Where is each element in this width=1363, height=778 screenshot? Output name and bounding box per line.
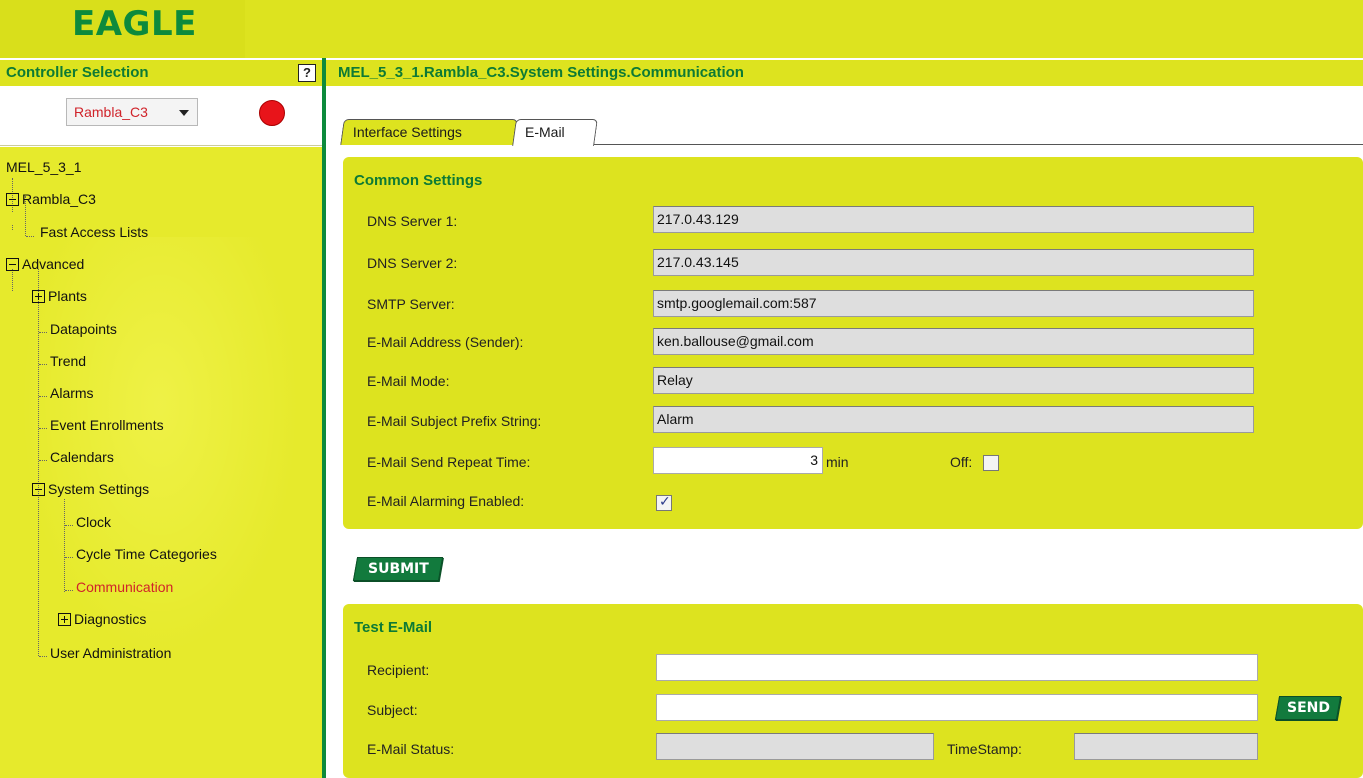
tree-connector [39, 396, 47, 397]
tab-email-label: E-Mail [525, 124, 565, 140]
alarming-enabled-label: E-Mail Alarming Enabled: [367, 493, 525, 509]
tree-item-advanced[interactable]: Advanced [22, 256, 84, 272]
tree-connector [65, 590, 73, 591]
tree-item-clock[interactable]: Clock [76, 514, 111, 530]
tree-item-plants[interactable]: Plants [48, 288, 87, 304]
email-status-label: E-Mail Status: [367, 741, 455, 757]
smtp-server-field[interactable]: smtp.googlemail.com:587 [653, 290, 1254, 317]
email-mode-field[interactable]: Relay [653, 367, 1254, 394]
tree-connector [12, 225, 13, 230]
controller-select-area: Rambla_C3 [0, 86, 322, 146]
off-checkbox[interactable] [983, 455, 999, 471]
tree-connector [39, 332, 47, 333]
tree-item-rambla[interactable]: Rambla_C3 [22, 191, 96, 207]
tree-connector [64, 499, 65, 592]
common-settings-title: Common Settings [354, 172, 483, 189]
breadcrumb-bar: MEL_5_3_1.Rambla_C3.System Settings.Comm… [326, 60, 1363, 86]
collapse-icon[interactable] [6, 193, 19, 206]
send-button-label: SEND [1286, 700, 1330, 716]
collapse-icon[interactable] [6, 258, 19, 271]
checkmark-icon: ✓ [659, 493, 671, 509]
subject-label: Subject: [367, 702, 418, 718]
submit-button-label: SUBMIT [367, 561, 429, 577]
tree-connector [65, 525, 73, 526]
recipient-input[interactable] [656, 654, 1258, 681]
tree-item-diagnostics[interactable]: Diagnostics [74, 611, 146, 627]
expand-icon[interactable] [32, 290, 45, 303]
tree-item-fast-access[interactable]: Fast Access Lists [40, 224, 148, 240]
tab-email[interactable]: E-Mail [512, 119, 598, 146]
tree-item-communication[interactable]: Communication [76, 579, 173, 595]
tab-interface-settings-label: Interface Settings [352, 124, 462, 140]
timestamp-field[interactable] [1074, 733, 1258, 760]
email-status-field[interactable] [656, 733, 934, 760]
repeat-time-input[interactable]: 3 [653, 447, 823, 474]
collapse-icon[interactable] [32, 483, 45, 496]
tree-connector [39, 428, 47, 429]
timestamp-label: TimeStamp: [947, 741, 1022, 757]
submit-button[interactable]: SUBMIT [352, 557, 444, 581]
tab-baseline [594, 144, 1363, 145]
tree-item-alarms[interactable]: Alarms [50, 385, 94, 401]
tab-interface-settings[interactable]: Interface Settings [340, 119, 518, 145]
status-indicator-icon [259, 100, 285, 126]
tree-item-datapoints[interactable]: Datapoints [50, 321, 117, 337]
tree-connector [65, 557, 73, 558]
common-settings-panel: Common Settings DNS Server 1: 217.0.43.1… [343, 157, 1363, 529]
recipient-label: Recipient: [367, 662, 430, 678]
left-panel: Controller Selection ? Rambla_C3 MEL_5_3… [0, 58, 322, 778]
repeat-time-unit: min [826, 454, 849, 470]
subject-input[interactable] [656, 694, 1258, 721]
off-label: Off: [950, 454, 973, 470]
tree-item-user-administration[interactable]: User Administration [50, 645, 171, 661]
dns-server-2-field[interactable]: 217.0.43.145 [653, 249, 1254, 276]
panel-divider [322, 58, 326, 778]
tree-connector [38, 269, 39, 656]
test-email-panel: Test E-Mail Recipient: Subject: SEND E-M… [343, 604, 1363, 778]
test-email-title: Test E-Mail [354, 619, 433, 636]
repeat-time-label: E-Mail Send Repeat Time: [367, 454, 531, 470]
chevron-down-icon [179, 110, 189, 116]
tree-item-calendars[interactable]: Calendars [50, 449, 114, 465]
navigation-tree: MEL_5_3_1 Rambla_C3 Fast Access Lists Ad… [0, 147, 322, 778]
eagle-logo: EAGLE [72, 4, 197, 44]
smtp-server-label: SMTP Server: [367, 296, 455, 312]
tree-connector [26, 236, 34, 237]
sender-address-field[interactable]: ken.ballouse@gmail.com [653, 328, 1254, 355]
tree-connector [39, 364, 47, 365]
send-button[interactable]: SEND [1274, 696, 1342, 720]
subject-prefix-label: E-Mail Subject Prefix String: [367, 413, 542, 429]
dns-server-1-field[interactable]: 217.0.43.129 [653, 206, 1254, 233]
tree-connector [39, 656, 47, 657]
breadcrumb: MEL_5_3_1.Rambla_C3.System Settings.Comm… [338, 64, 744, 81]
tab-bar: Interface Settings E-Mail [326, 86, 1363, 146]
controller-dropdown-value: Rambla_C3 [74, 104, 148, 120]
help-button[interactable]: ? [298, 64, 316, 82]
tree-connector [39, 460, 47, 461]
alarming-enabled-checkbox[interactable]: ✓ [656, 493, 672, 511]
controller-selection-title: Controller Selection [6, 64, 149, 81]
tree-item-system-settings[interactable]: System Settings [48, 481, 149, 497]
dns-server-1-label: DNS Server 1: [367, 213, 458, 229]
expand-icon[interactable] [58, 613, 71, 626]
subject-prefix-field[interactable]: Alarm [653, 406, 1254, 433]
top-bar: EAGLE [0, 0, 1363, 58]
email-mode-label: E-Mail Mode: [367, 373, 450, 389]
tree-item-trend[interactable]: Trend [50, 353, 86, 369]
tree-item-root[interactable]: MEL_5_3_1 [6, 159, 82, 175]
tree-item-event-enrollments[interactable]: Event Enrollments [50, 417, 164, 433]
logo-area: EAGLE [0, 0, 245, 58]
sender-address-label: E-Mail Address (Sender): [367, 334, 524, 350]
controller-dropdown[interactable]: Rambla_C3 [66, 98, 198, 126]
controller-selection-header: Controller Selection ? [0, 60, 322, 86]
tree-item-cycle-time[interactable]: Cycle Time Categories [76, 546, 217, 562]
tree-connector [12, 269, 13, 291]
dns-server-2-label: DNS Server 2: [367, 255, 458, 271]
